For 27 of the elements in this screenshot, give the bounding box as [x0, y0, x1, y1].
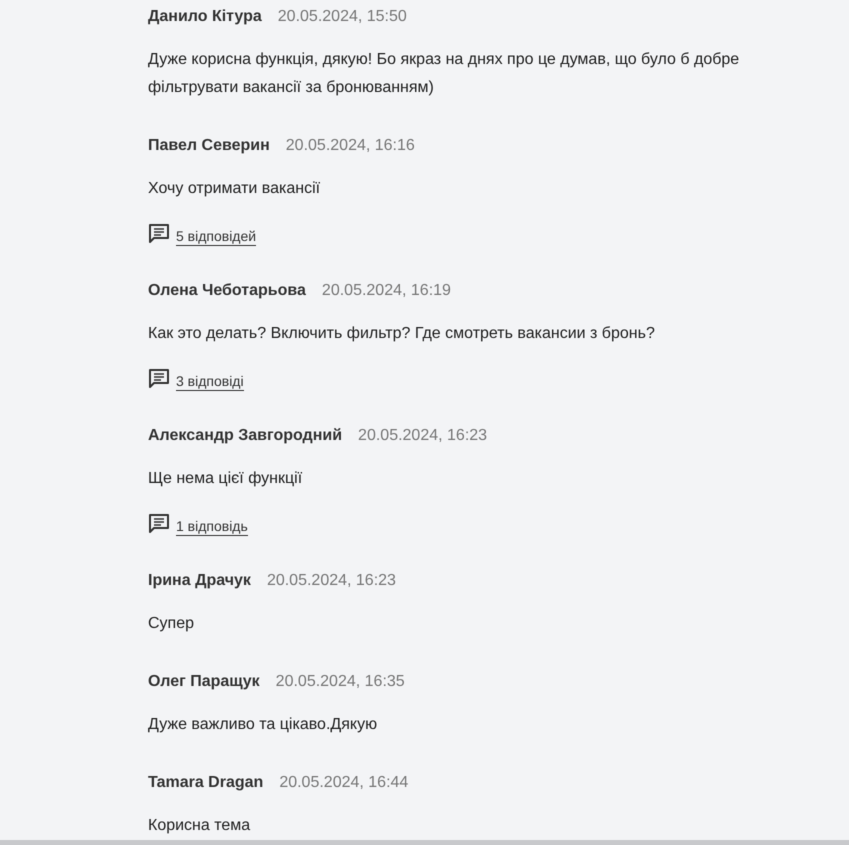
comment-text: Дуже важливо та цікаво.Дякую	[148, 715, 378, 735]
comment-date: 20.05.2024, 16:16	[286, 136, 415, 156]
replies-link[interactable]: 3 відповіді	[176, 372, 244, 390]
comment-text: Хочу отримати вакансії	[148, 179, 322, 199]
author-name: Олена Чеботарьова	[148, 281, 306, 301]
replies-link[interactable]: 1 відповідь	[176, 516, 248, 536]
comment-icon	[148, 368, 170, 388]
comment-text: Дуже корисна функція, дякую! Бо якраз на днях про це думав, що було б добре фільтрувати вакансії за бронюванням)	[148, 50, 740, 98]
author-name: Александр Завгородний	[148, 426, 342, 446]
comment-text: Супер	[148, 614, 196, 634]
comment-text: Корисна тема	[148, 816, 252, 836]
author-name: Tamara Dragan	[148, 773, 264, 793]
comment-icon	[148, 223, 170, 243]
author-name: Олег Паращук	[148, 672, 260, 692]
author-name: Данило Кітура	[148, 7, 262, 27]
comment-date: 20.05.2024, 16:23	[358, 426, 488, 446]
comment-date: 20.05.2024, 15:50	[278, 7, 407, 27]
comment-date: 20.05.2024, 16:44	[279, 773, 408, 793]
author-name: Павел Северин	[148, 136, 270, 156]
replies-link[interactable]: 5 відповідей	[176, 226, 256, 246]
comment-text: Как это делать? Включить фильтр? Где смотреть вакансии з бронь?	[148, 324, 656, 344]
author-name: Ірина Драчук	[148, 571, 251, 591]
comment-icon	[148, 513, 170, 533]
comment-text: Ще нема цієї функції	[148, 469, 304, 489]
comment-date: 20.05.2024, 16:23	[266, 571, 396, 591]
comment-date: 20.05.2024, 16:35	[276, 672, 405, 692]
comment-date: 20.05.2024, 16:19	[322, 281, 451, 301]
